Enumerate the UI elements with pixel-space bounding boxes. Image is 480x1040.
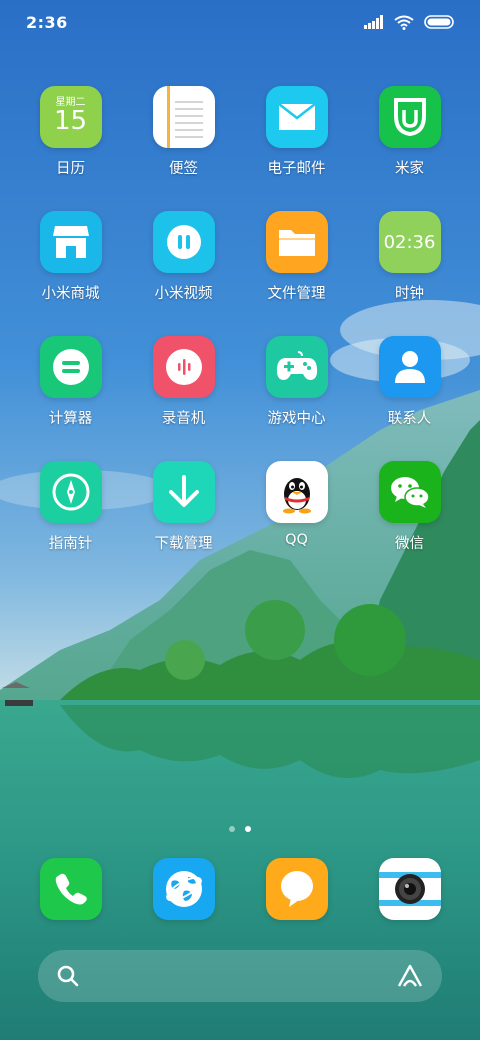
app-label: 微信: [395, 536, 424, 552]
mijia-icon: [378, 86, 441, 148]
notes-icon: [152, 86, 215, 148]
app-label: 电子邮件: [267, 161, 326, 177]
browser-icon: [152, 858, 215, 920]
status-bar: 2:36: [0, 0, 480, 44]
calendar-day: 15: [53, 106, 88, 136]
contacts-icon: [378, 336, 441, 398]
app-label: 录音机: [161, 411, 206, 427]
wechat-icon: [378, 461, 441, 523]
app-label: 指南针: [48, 536, 93, 552]
page-dot-active[interactable]: [245, 826, 251, 832]
dock-phone[interactable]: [14, 858, 127, 922]
app-label: 游戏中心: [267, 411, 326, 427]
app-contacts[interactable]: 联系人: [353, 336, 466, 461]
assistant-icon[interactable]: [396, 963, 424, 989]
app-label: 米家: [395, 161, 424, 177]
store-icon: [39, 211, 102, 273]
compass-icon: [39, 461, 102, 523]
recorder-icon: [152, 336, 215, 398]
app-email[interactable]: 电子邮件: [240, 86, 353, 211]
app-label: 文件管理: [267, 286, 326, 302]
app-label: 便签: [169, 161, 198, 177]
dock: [14, 858, 466, 922]
app-label: 小米视频: [154, 286, 213, 302]
status-time: 2:36: [26, 12, 68, 32]
app-recorder[interactable]: 录音机: [127, 336, 240, 461]
app-notes[interactable]: 便签: [127, 86, 240, 211]
dock-camera[interactable]: [353, 858, 466, 922]
app-label: 小米商城: [41, 286, 100, 302]
search-icon[interactable]: [56, 964, 80, 988]
app-wechat[interactable]: 微信: [353, 461, 466, 586]
gamepad-icon: [265, 336, 328, 398]
app-label: 日历: [56, 161, 85, 177]
wifi-icon: [394, 15, 414, 30]
app-label: 下载管理: [154, 536, 213, 552]
phone-icon: [39, 858, 102, 920]
app-label: 时钟: [395, 286, 424, 302]
app-mi-video[interactable]: 小米视频: [127, 211, 240, 336]
calendar-icon: 星期二 15: [39, 86, 102, 148]
calculator-icon: [39, 336, 102, 398]
app-calculator[interactable]: 计算器: [14, 336, 127, 461]
app-mi-store[interactable]: 小米商城: [14, 211, 127, 336]
folder-icon: [265, 211, 328, 273]
clock-time: 02:36: [383, 231, 436, 253]
app-label: 计算器: [48, 411, 93, 427]
download-icon: [152, 461, 215, 523]
signal-icon: [364, 15, 383, 29]
app-game-center[interactable]: 游戏中心: [240, 336, 353, 461]
clock-icon: 02:36: [378, 211, 441, 273]
app-mijia[interactable]: 米家: [353, 86, 466, 211]
search-bar[interactable]: [38, 950, 442, 1002]
app-calendar[interactable]: 星期二 15 日历: [14, 86, 127, 211]
app-label: QQ: [285, 532, 308, 548]
battery-icon: [424, 15, 454, 29]
app-downloads[interactable]: 下载管理: [127, 461, 240, 586]
page-indicator: [0, 826, 480, 832]
app-clock[interactable]: 02:36 时钟: [353, 211, 466, 336]
app-compass[interactable]: 指南针: [14, 461, 127, 586]
app-label: 联系人: [387, 411, 432, 427]
app-grid: 星期二 15 日历 便签 电子邮件 米家 小米商城 小米视频 文件管理 02:3…: [14, 86, 466, 586]
dock-messages[interactable]: [240, 858, 353, 922]
mail-icon: [265, 86, 328, 148]
app-file-manager[interactable]: 文件管理: [240, 211, 353, 336]
dock-browser[interactable]: [127, 858, 240, 922]
camera-icon: [378, 858, 441, 920]
app-qq[interactable]: QQ: [240, 461, 353, 586]
messages-icon: [265, 858, 328, 920]
video-icon: [152, 211, 215, 273]
qq-icon: [265, 461, 328, 523]
page-dot[interactable]: [229, 826, 235, 832]
